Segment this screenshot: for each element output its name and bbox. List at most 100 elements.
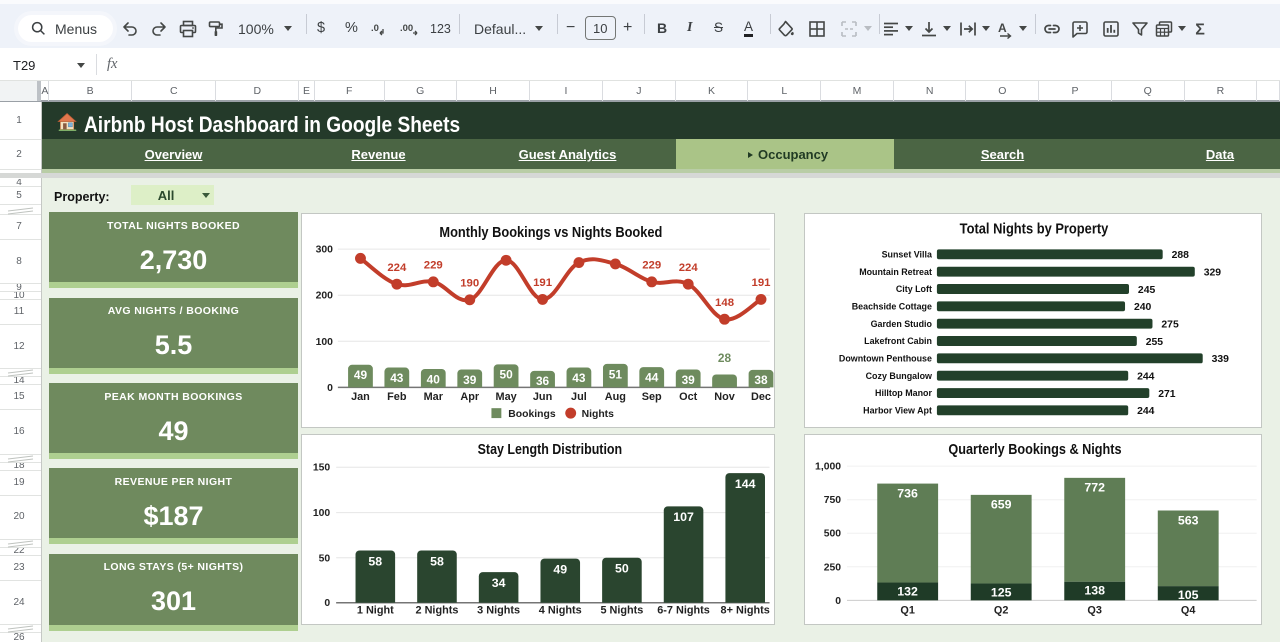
svg-text:50: 50 [615,562,629,576]
svg-text:736: 736 [897,486,918,500]
svg-text:190: 190 [460,277,479,289]
svg-text:1,000: 1,000 [815,462,841,473]
svg-text:50: 50 [499,368,513,382]
svg-text:244: 244 [1137,406,1155,417]
svg-text:Monthly Bookings vs Nights Boo: Monthly Bookings vs Nights Booked [439,225,662,241]
svg-text:8+ Nights: 8+ Nights [721,605,770,617]
svg-text:50: 50 [319,553,331,564]
svg-text:Stay Length Distribution: Stay Length Distribution [478,442,622,458]
svg-text:.00: .00 [400,23,413,34]
svg-text:1 Night: 1 Night [357,605,394,617]
svg-text:Nov: Nov [714,391,735,403]
svg-text:Total Nights by Property: Total Nights by Property [960,221,1109,237]
svg-text:Apr: Apr [460,391,479,403]
svg-text:191: 191 [533,277,553,289]
svg-text:51: 51 [609,367,623,381]
svg-text:245: 245 [1138,285,1156,296]
svg-text:Σ: Σ [1195,22,1205,39]
svg-text:125: 125 [991,585,1012,599]
svg-text:.0: .0 [371,23,379,34]
svg-text:250: 250 [824,562,842,573]
svg-text:49: 49 [354,368,368,382]
svg-text:150: 150 [313,463,331,474]
svg-text:Nights: Nights [582,409,615,420]
svg-text:Quarterly Bookings & Nights: Quarterly Bookings & Nights [948,442,1121,458]
svg-text:224: 224 [679,262,699,274]
svg-text:5 Nights: 5 Nights [600,605,643,617]
svg-text:Sunset Villa: Sunset Villa [882,249,933,259]
svg-text:300: 300 [316,245,334,256]
svg-text:240: 240 [1134,302,1152,313]
svg-text:Downtown Penthouse: Downtown Penthouse [839,354,932,364]
svg-text:244: 244 [1137,371,1155,382]
svg-text:500: 500 [824,529,842,540]
svg-text:44: 44 [645,370,659,384]
svg-text:May: May [496,391,517,403]
svg-text:563: 563 [1178,513,1199,527]
svg-text:Jun: Jun [533,391,552,403]
svg-text:Feb: Feb [387,391,407,403]
svg-text:2 Nights: 2 Nights [416,605,459,617]
svg-text:105: 105 [1178,588,1199,602]
svg-text:58: 58 [368,554,382,568]
svg-text:36: 36 [536,374,550,388]
svg-text:Dec: Dec [751,391,771,403]
svg-text:191: 191 [752,277,772,289]
svg-text:43: 43 [390,371,404,385]
svg-text:255: 255 [1146,337,1164,348]
svg-text:100: 100 [313,508,331,519]
svg-text:329: 329 [1204,267,1222,278]
svg-text:288: 288 [1172,250,1190,261]
svg-text:49: 49 [553,562,567,576]
svg-text:Jul: Jul [571,391,587,403]
svg-text:772: 772 [1084,481,1105,495]
svg-text:3 Nights: 3 Nights [477,605,520,617]
svg-text:339: 339 [1212,354,1230,365]
svg-text:34: 34 [492,576,506,590]
svg-text:Q4: Q4 [1181,605,1196,617]
svg-text:0: 0 [835,596,841,607]
svg-text:Lakefront Cabin: Lakefront Cabin [864,336,932,346]
svg-text:Beachside Cottage: Beachside Cottage [852,302,932,312]
svg-text:City Loft: City Loft [896,284,932,294]
svg-text:Q3: Q3 [1087,605,1102,617]
svg-text:229: 229 [642,259,661,271]
svg-text:Q1: Q1 [900,605,915,617]
svg-text:43: 43 [572,371,586,385]
svg-text:6-7 Nights: 6-7 Nights [657,605,710,617]
svg-text:271: 271 [1158,389,1176,400]
svg-text:224: 224 [387,262,407,274]
svg-text:Bookings: Bookings [508,409,556,420]
svg-text:229: 229 [424,259,443,271]
svg-text:58: 58 [430,554,444,568]
svg-text:Q2: Q2 [994,605,1009,617]
svg-text:275: 275 [1161,319,1179,330]
svg-text:Hilltop Manor: Hilltop Manor [875,388,932,398]
svg-text:0: 0 [324,598,330,609]
svg-text:138: 138 [1084,584,1105,598]
svg-text:Oct: Oct [679,391,698,403]
svg-text:Jan: Jan [351,391,370,403]
svg-text:100: 100 [316,337,334,348]
svg-text:39: 39 [463,373,477,387]
svg-text:107: 107 [673,510,694,524]
svg-text:659: 659 [991,498,1012,512]
svg-text:Garden Studio: Garden Studio [871,319,933,329]
svg-text:A: A [998,21,1007,35]
svg-text:132: 132 [897,584,918,598]
svg-text:40: 40 [427,372,441,386]
svg-text:148: 148 [715,297,734,309]
svg-text:38: 38 [754,373,768,387]
svg-text:0: 0 [327,383,333,394]
svg-text:Cozy Bungalow: Cozy Bungalow [866,371,932,381]
svg-text:Aug: Aug [605,391,626,403]
svg-text:750: 750 [824,495,842,506]
svg-text:28: 28 [718,351,732,365]
svg-text:Mountain Retreat: Mountain Retreat [859,267,932,277]
svg-text:Mar: Mar [424,391,444,403]
svg-text:Sep: Sep [642,391,662,403]
svg-text:39: 39 [682,373,696,387]
svg-text:144: 144 [735,477,756,491]
svg-text:200: 200 [316,291,334,302]
svg-text:Harbor View Apt: Harbor View Apt [863,406,932,416]
